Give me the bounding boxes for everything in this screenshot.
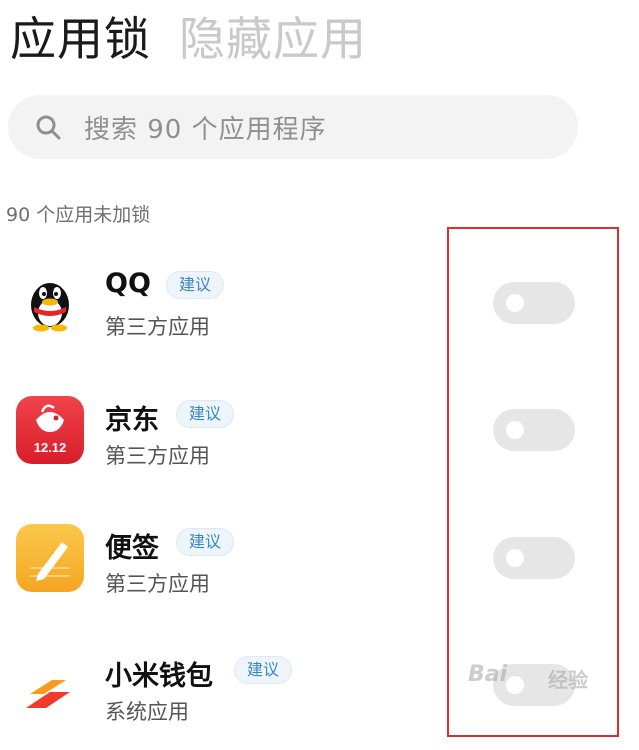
jd-icon: 12.12 [16,396,84,464]
search-icon [36,115,61,140]
app-name: 京东 [105,405,159,436]
app-category: 第三方应用 [105,444,210,468]
app-name: QQ [105,268,151,299]
app-name: 便签 [105,533,159,564]
tab-hidden-apps[interactable]: 隐藏应用 [179,3,367,69]
search-input[interactable]: 搜索 90 个应用程序 [84,109,327,146]
app-name: 小米钱包 [105,661,213,692]
baidu-watermark: Bai 经验 [468,662,618,706]
unlocked-count-label: 90 个应用未加锁 [6,204,151,226]
suggest-badge: 建议 [176,528,235,556]
mi-wallet-icon [16,654,84,722]
tab-bar: 应用锁 隐藏应用 [10,4,367,68]
suggest-badge: 建议 [234,656,293,684]
jd-icon-label: 12.12 [34,440,67,455]
suggest-badge: 建议 [166,271,225,299]
notes-icon [16,524,84,592]
tab-app-lock[interactable]: 应用锁 [10,3,151,69]
search-bar[interactable]: 搜索 90 个应用程序 [8,95,578,159]
app-category: 第三方应用 [105,572,210,596]
watermark-text: Bai [468,662,508,687]
app-category: 第三方应用 [105,315,210,339]
qq-penguin-icon [16,265,84,333]
app-category: 系统应用 [105,700,189,724]
toggle-highlight-box [447,227,619,737]
watermark-suffix: 经验 [548,668,588,692]
suggest-badge: 建议 [176,400,235,428]
